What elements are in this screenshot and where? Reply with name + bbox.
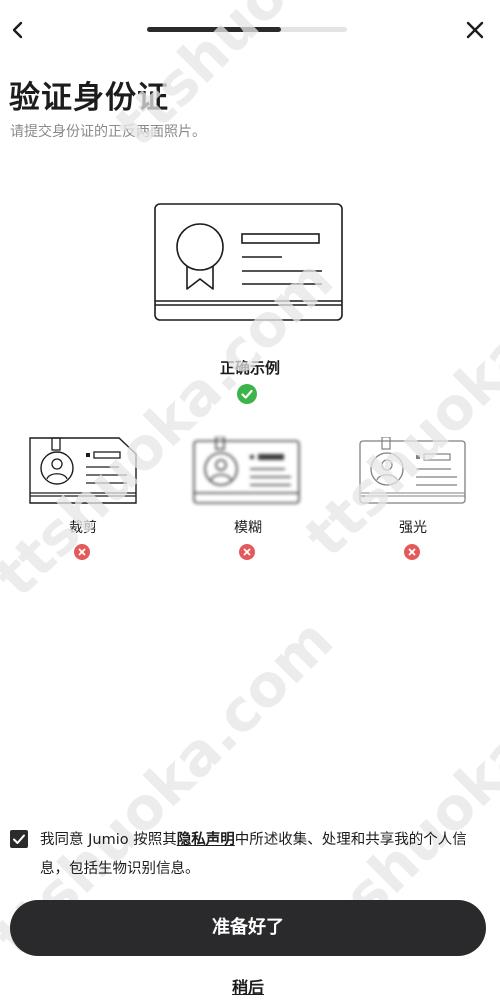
page-title: 验证身份证	[9, 80, 169, 116]
close-icon	[466, 21, 484, 39]
x-circle-icon	[239, 544, 255, 560]
x-circle-icon	[404, 544, 420, 560]
id-card-correct-illustration	[154, 203, 344, 327]
bad-example-label-blurry: 模糊	[234, 520, 262, 536]
back-button[interactable]	[6, 16, 30, 44]
id-card-icon	[359, 436, 466, 504]
id-card-cropped-illustration	[29, 437, 137, 509]
id-card-icon	[154, 203, 343, 321]
progress-bar	[147, 27, 347, 32]
correct-example-label: 正确示例	[219, 359, 280, 377]
id-card-icon	[193, 436, 300, 504]
privacy-notice-link[interactable]: 隐私声明	[177, 832, 235, 848]
page-subtitle: 请提交身份证的正反两面照片。	[10, 124, 206, 140]
chevron-left-icon	[12, 21, 23, 39]
bad-example-label-glare: 强光	[399, 520, 427, 536]
check-circle-icon	[237, 384, 257, 404]
consent-checkbox[interactable]	[10, 830, 28, 848]
bad-example-label-cropped: 裁剪	[69, 520, 97, 536]
later-link[interactable]: 稍后	[200, 974, 296, 998]
id-card-blurry-illustration	[193, 436, 301, 509]
consent-text-before: 我同意 Jumio 按照其	[40, 832, 177, 848]
close-button[interactable]	[462, 16, 488, 44]
id-card-icon	[29, 437, 137, 504]
x-circle-icon	[74, 544, 90, 560]
ready-button[interactable]: 准备好了	[10, 900, 486, 956]
checkmark-icon	[13, 834, 25, 844]
progress-fill	[147, 27, 281, 32]
consent-text: 我同意 Jumio 按照其隐私声明中所述收集、处理和共享我的个人信息，包括生物识…	[40, 826, 480, 884]
id-card-glare-illustration	[359, 436, 467, 509]
